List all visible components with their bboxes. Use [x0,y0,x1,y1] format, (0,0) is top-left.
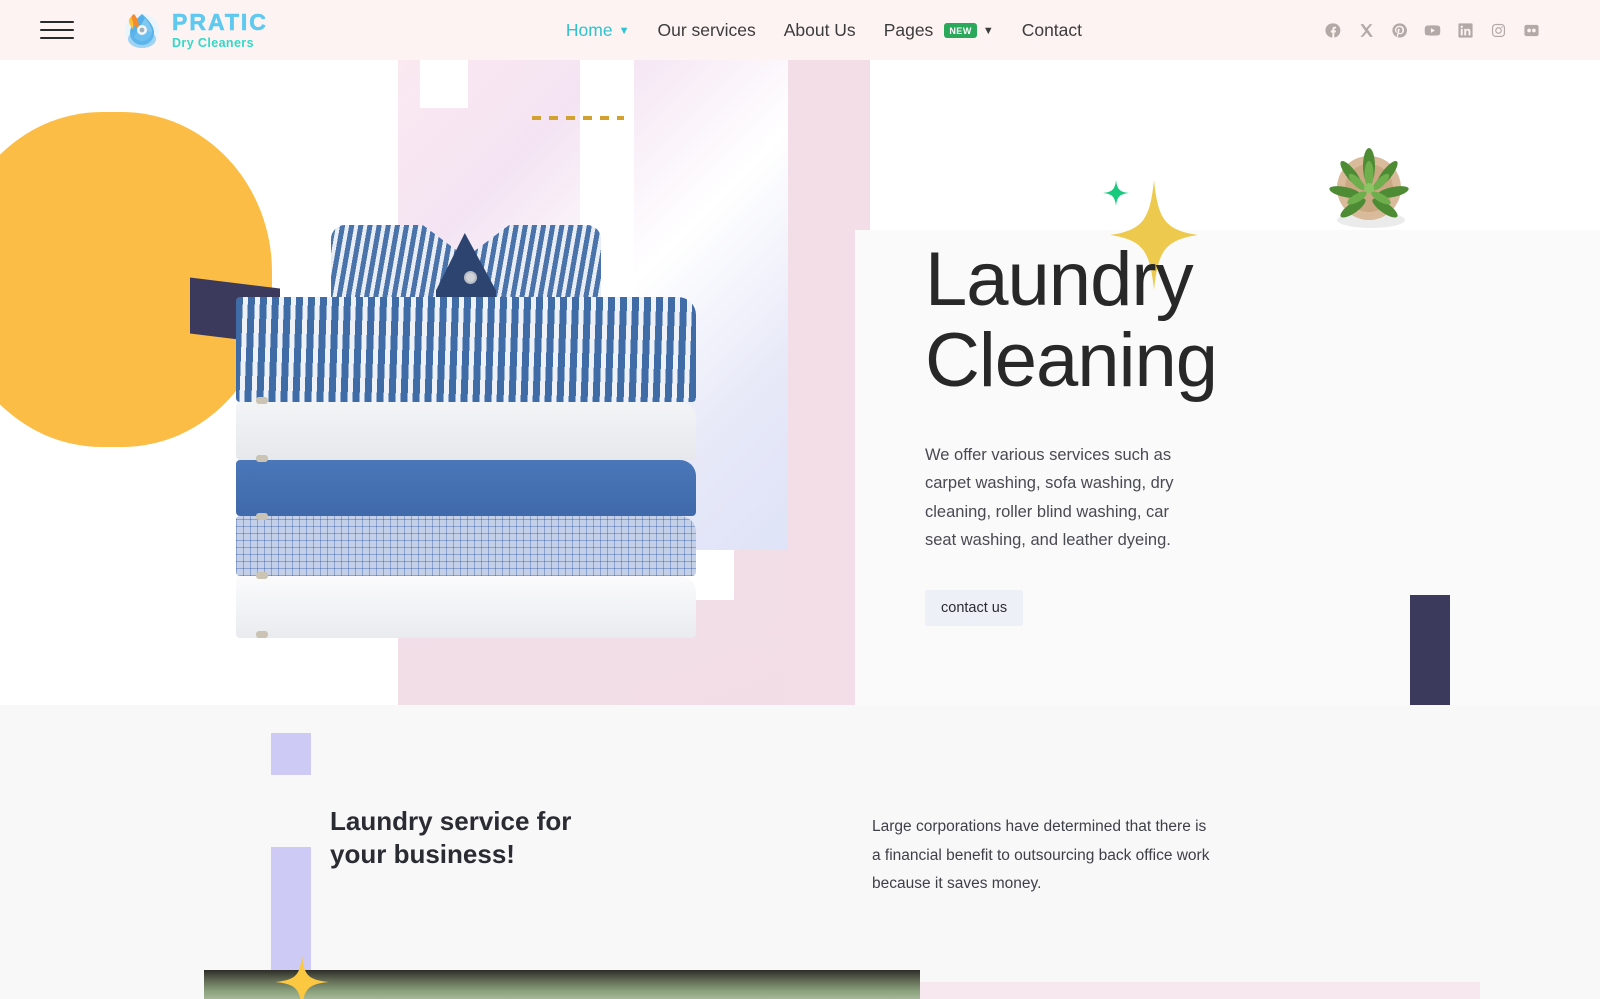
business-section-title: Laundry service for your business! [330,805,571,872]
contact-us-button[interactable]: contact us [925,589,1024,626]
shirt-layer [236,460,696,516]
gold-dashed-line [532,116,624,120]
new-badge: NEW [944,22,977,38]
site-logo[interactable]: PRATIC Dry Cleaners [120,8,268,52]
hero-title-line-1: Laundry [925,237,1194,322]
nav-label-home: Home [565,19,613,40]
green-sparkle-icon [1103,180,1129,206]
folded-shirts-image [236,225,704,675]
business-section: Laundry service for your business! Large… [0,705,1600,999]
facebook-icon[interactable] [1325,22,1342,39]
business-section-description: Large corporations have determined that … [872,818,1210,893]
hero-title-line-2: Cleaning [925,317,1218,403]
hamburger-menu-icon[interactable] [40,17,74,43]
hero-content: Laundry Cleaning We offer various servic… [925,237,1445,626]
nav-label-about-us: About Us [783,19,856,40]
pinterest-icon[interactable] [1391,22,1408,39]
hamburger-bar [40,21,74,23]
yellow-blob-decoration [0,112,272,447]
water-drop-flame-logo-icon [120,8,164,52]
social-links [1325,22,1540,39]
nav-item-home[interactable]: Home ▼ [566,20,630,41]
instagram-icon[interactable] [1490,22,1507,39]
shirt-button [256,455,268,462]
business-title-line-2: your business! [330,839,515,870]
page-root: PRATIC Dry Cleaners Home ▼ Our services … [0,0,1600,999]
nav-label-contact: Contact [1021,19,1083,40]
logo-subtitle: Dry Cleaners [172,35,254,50]
shirt-collar-button [464,271,477,284]
shirt-layer [236,516,696,576]
nav-label-our-services: Our services [657,19,756,40]
x-twitter-icon[interactable] [1358,22,1375,39]
linkedin-icon[interactable] [1457,22,1474,39]
chevron-down-icon: ▼ [982,24,994,37]
hero-section: Laundry Cleaning We offer various servic… [0,60,1600,705]
chevron-down-icon: ▼ [618,24,630,37]
main-navigation: Home ▼ Our services About Us Pages NEW ▼… [566,20,1082,41]
hero-description: We offer various services such as carpet… [925,446,1174,550]
shirt-button [256,631,268,638]
logo-title: PRATIC [172,8,268,35]
nav-item-pages[interactable]: Pages NEW ▼ [884,20,994,41]
shirt-button [256,397,268,404]
hamburger-bar [40,37,74,39]
nav-item-contact[interactable]: Contact [1022,20,1082,41]
nav-item-about-us[interactable]: About Us [784,20,856,41]
shirt-layer [236,402,696,460]
flickr-icon[interactable] [1523,22,1540,39]
hero-white-notch [420,60,468,108]
shirt-layer [236,297,696,402]
hero-title: Laundry Cleaning [925,237,1445,403]
potted-plant-image [1329,148,1409,228]
nav-label-pages: Pages [883,19,934,40]
logo-text: PRATIC Dry Cleaners [172,8,268,50]
shirt-button [256,572,268,579]
shirt-layer [236,576,696,638]
yellow-star-decoration-bottom-right [1350,973,1550,999]
hamburger-bar [40,29,74,31]
shirt-button [256,513,268,520]
nav-item-our-services[interactable]: Our services [657,20,755,41]
site-header: PRATIC Dry Cleaners Home ▼ Our services … [0,0,1600,60]
yellow-star-decoration-small [275,955,329,999]
lavender-square-decoration [271,733,311,775]
youtube-icon[interactable] [1424,22,1441,39]
business-title-line-1: Laundry service for [330,806,572,836]
